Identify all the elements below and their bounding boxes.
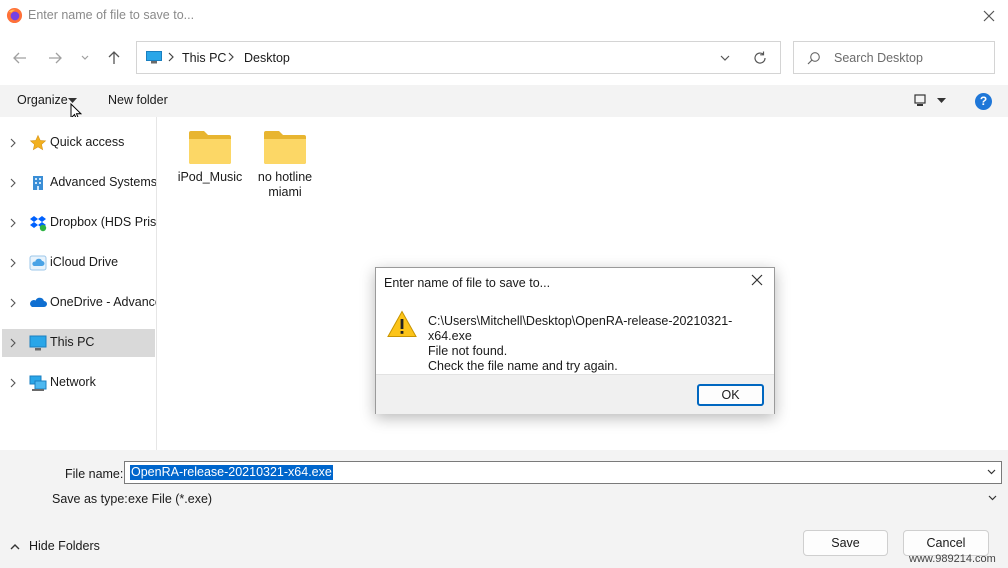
command-bar: Organize New folder ? <box>0 85 1008 117</box>
new-folder-button[interactable]: New folder <box>108 93 168 107</box>
sidebar-item-label: Quick access <box>50 135 125 149</box>
sidebar-item-onedrive[interactable]: OneDrive - Advance <box>0 289 157 317</box>
chevron-right-icon[interactable] <box>10 178 16 188</box>
icloud-icon <box>29 255 47 271</box>
folder-icon <box>189 131 231 164</box>
folder-item[interactable]: iPod_Music <box>175 129 245 185</box>
folder-label: no hotline miami <box>257 170 313 199</box>
chevron-down-icon[interactable] <box>987 469 996 475</box>
sidebar-item-label: OneDrive - Advance <box>50 295 157 309</box>
organize-button[interactable]: Organize <box>17 93 68 107</box>
search-input[interactable]: Search Desktop <box>793 41 995 74</box>
search-placeholder: Search Desktop <box>834 51 923 65</box>
file-name-label: File name: <box>65 467 124 481</box>
search-icon <box>807 52 820 65</box>
watermark-text: www.989214.com <box>909 553 996 565</box>
chevron-down-icon[interactable] <box>988 495 997 501</box>
chevron-right-icon[interactable] <box>10 218 16 228</box>
sidebar-item-dropbox[interactable]: Dropbox (HDS Prism <box>0 209 157 237</box>
chevron-right-icon[interactable] <box>10 298 16 308</box>
refresh-icon[interactable] <box>752 50 768 66</box>
view-options-icon[interactable] <box>914 94 927 107</box>
arrow-right-icon <box>49 52 62 64</box>
forward-button[interactable] <box>44 47 66 69</box>
sidebar-item-icloud-drive[interactable]: iCloud Drive <box>0 249 155 277</box>
chevron-right-icon[interactable] <box>10 258 16 268</box>
dialog-message: C:\Users\Mitchell\Desktop\OpenRA-release… <box>428 314 774 374</box>
building-icon <box>33 176 43 190</box>
chevron-right-icon[interactable] <box>10 338 16 348</box>
chevron-up-icon <box>10 544 20 550</box>
onedrive-icon <box>30 297 47 307</box>
pc-icon <box>146 51 162 64</box>
up-button[interactable] <box>103 47 125 69</box>
chevron-right-icon[interactable] <box>10 138 16 148</box>
ok-button[interactable]: OK <box>697 384 764 406</box>
folder-item[interactable]: no hotline miami <box>250 129 320 200</box>
dialog-hint-line: Check the file name and try again. <box>428 359 618 373</box>
folder-icon <box>264 131 306 164</box>
network-icon <box>29 375 47 391</box>
dialog-title: Enter name of file to save to... <box>384 276 551 290</box>
pc-icon <box>29 335 47 351</box>
help-button[interactable]: ? <box>975 93 992 110</box>
window-title: Enter name of file to save to... <box>28 8 195 22</box>
save-button[interactable]: Save <box>803 530 888 556</box>
chevron-right-icon <box>228 52 234 62</box>
chevron-right-icon <box>168 52 174 62</box>
navigation-pane: Quick access Advanced Systems I Dropbox … <box>0 117 157 450</box>
title-bar: Enter name of file to save to... <box>0 0 1008 32</box>
error-dialog: Enter name of file to save to... C:\User… <box>375 267 775 414</box>
hide-folders-label: Hide Folders <box>29 539 100 553</box>
sidebar-item-label: Network <box>50 375 96 389</box>
save-type-label: Save as type: <box>52 492 128 506</box>
caret-down-icon[interactable] <box>937 98 946 104</box>
sidebar-item-this-pc[interactable]: This PC <box>2 329 155 357</box>
arrow-left-icon <box>13 52 26 64</box>
back-button[interactable] <box>9 47 31 69</box>
chevron-down-icon[interactable] <box>717 50 733 66</box>
address-bar[interactable]: This PC Desktop <box>136 41 781 74</box>
sidebar-item-network[interactable]: Network <box>0 369 155 397</box>
warning-icon <box>387 310 417 337</box>
close-icon <box>983 10 995 22</box>
breadcrumb-this-pc[interactable]: This PC <box>182 51 226 65</box>
firefox-icon <box>6 7 23 24</box>
arrow-up-icon <box>108 51 120 64</box>
close-icon[interactable] <box>751 274 763 286</box>
sidebar-item-quick-access[interactable]: Quick access <box>0 129 155 157</box>
dialog-footer: OK <box>376 374 774 414</box>
file-name-value: OpenRA-release-20210321-x64.exe <box>130 465 333 480</box>
sidebar-item-label: Dropbox (HDS Prism <box>50 215 157 229</box>
sidebar-item-label: iCloud Drive <box>50 255 119 269</box>
save-type-select[interactable]: exe File (*.exe) <box>128 492 212 506</box>
recent-locations-button[interactable] <box>74 47 96 69</box>
chevron-down-icon <box>81 55 89 60</box>
dialog-error-line: File not found. <box>428 344 508 358</box>
save-panel: File name: OpenRA-release-20210321-x64.e… <box>0 450 1008 568</box>
sidebar-item-label: Advanced Systems I <box>50 175 157 189</box>
sidebar-item-label: This PC <box>50 335 95 349</box>
star-icon <box>29 134 47 151</box>
breadcrumb-desktop[interactable]: Desktop <box>244 51 290 65</box>
file-name-field[interactable]: OpenRA-release-20210321-x64.exe <box>124 461 1002 484</box>
dropbox-icon <box>30 216 47 232</box>
dialog-path-line: C:\Users\Mitchell\Desktop\OpenRA-release… <box>428 314 733 343</box>
folder-label: iPod_Music <box>177 170 243 184</box>
close-button[interactable] <box>978 5 1000 27</box>
sidebar-item-advanced-systems[interactable]: Advanced Systems I <box>0 169 157 197</box>
chevron-right-icon[interactable] <box>10 378 16 388</box>
